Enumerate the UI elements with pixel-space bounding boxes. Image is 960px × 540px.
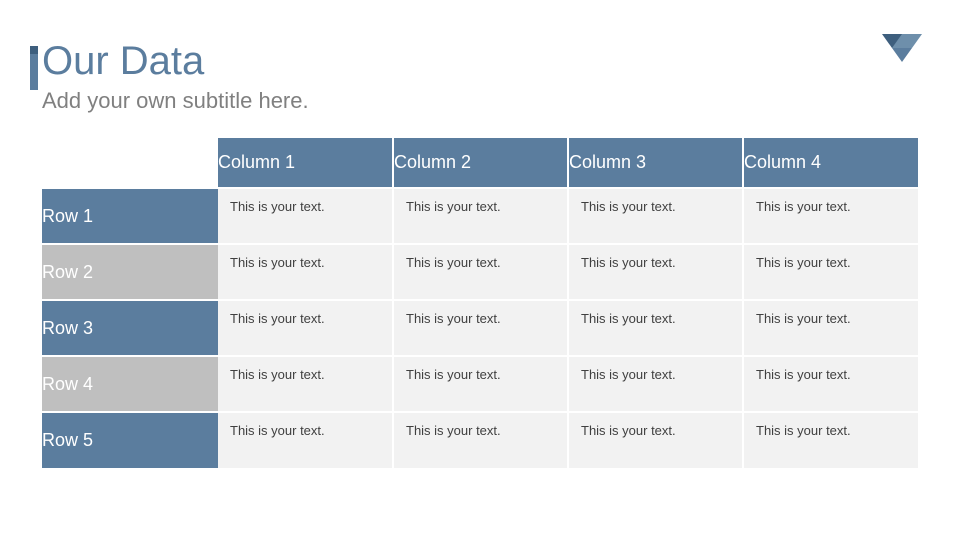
table-cell: This is your text. bbox=[218, 244, 393, 300]
table-row: Row 2This is your text.This is your text… bbox=[42, 244, 918, 300]
table-cell: This is your text. bbox=[568, 244, 743, 300]
table-cell: This is your text. bbox=[743, 300, 918, 356]
table-row: Row 1This is your text.This is your text… bbox=[42, 188, 918, 244]
table-row: Row 4This is your text.This is your text… bbox=[42, 356, 918, 412]
row-header: Row 5 bbox=[42, 412, 218, 468]
table-cell: This is your text. bbox=[568, 412, 743, 468]
table-row: Row 3This is your text.This is your text… bbox=[42, 300, 918, 356]
col-header: Column 4 bbox=[743, 138, 918, 188]
table-corner bbox=[42, 138, 218, 188]
table-cell: This is your text. bbox=[218, 356, 393, 412]
data-table: Column 1 Column 2 Column 3 Column 4 Row … bbox=[42, 138, 918, 468]
slide: Our Data Add your own subtitle here. Col… bbox=[0, 0, 960, 540]
slide-subtitle: Add your own subtitle here. bbox=[42, 88, 918, 114]
table-cell: This is your text. bbox=[393, 300, 568, 356]
table-cell: This is your text. bbox=[568, 188, 743, 244]
table-cell: This is your text. bbox=[743, 412, 918, 468]
table-cell: This is your text. bbox=[393, 412, 568, 468]
title-block: Our Data Add your own subtitle here. bbox=[42, 40, 918, 114]
title-accent-bar bbox=[30, 46, 38, 90]
col-header: Column 2 bbox=[393, 138, 568, 188]
table-row: Row 5This is your text.This is your text… bbox=[42, 412, 918, 468]
table-cell: This is your text. bbox=[218, 412, 393, 468]
slide-title: Our Data bbox=[42, 40, 918, 82]
col-header: Column 3 bbox=[568, 138, 743, 188]
table-cell: This is your text. bbox=[393, 356, 568, 412]
table-cell: This is your text. bbox=[743, 356, 918, 412]
table-cell: This is your text. bbox=[218, 300, 393, 356]
row-header: Row 3 bbox=[42, 300, 218, 356]
table-cell: This is your text. bbox=[568, 356, 743, 412]
table-cell: This is your text. bbox=[568, 300, 743, 356]
row-header: Row 2 bbox=[42, 244, 218, 300]
table-cell: This is your text. bbox=[393, 188, 568, 244]
row-header: Row 4 bbox=[42, 356, 218, 412]
table-cell: This is your text. bbox=[218, 188, 393, 244]
row-header: Row 1 bbox=[42, 188, 218, 244]
col-header: Column 1 bbox=[218, 138, 393, 188]
table-cell: This is your text. bbox=[393, 244, 568, 300]
table-cell: This is your text. bbox=[743, 188, 918, 244]
table-header-row: Column 1 Column 2 Column 3 Column 4 bbox=[42, 138, 918, 188]
table-cell: This is your text. bbox=[743, 244, 918, 300]
